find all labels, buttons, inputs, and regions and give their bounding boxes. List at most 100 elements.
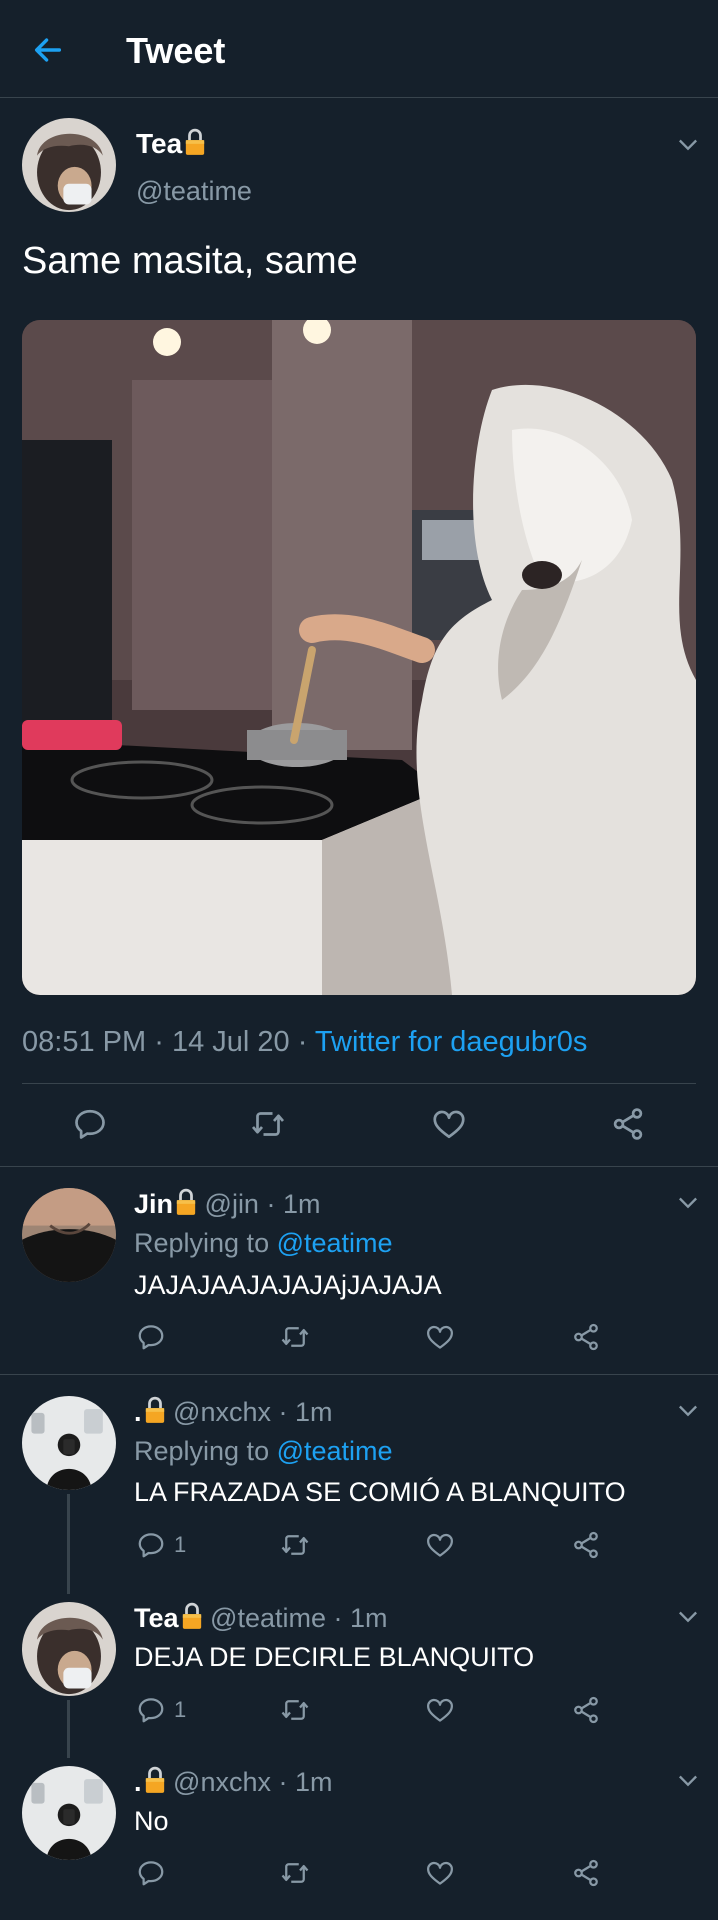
heart-icon (425, 1322, 455, 1352)
reply-text: DEJA DE DECIRLE BLANQUITO (134, 1642, 535, 1672)
reply-handle[interactable]: @jin (205, 1189, 259, 1219)
retweet-icon (280, 1695, 310, 1725)
avatar[interactable] (22, 1396, 116, 1490)
chevron-down-icon[interactable] (674, 1396, 702, 1424)
lock-icon (184, 128, 206, 156)
replying-to: Replying to @teatime (134, 1436, 393, 1466)
retweet-button[interactable] (280, 1322, 310, 1352)
retweet-icon (280, 1858, 310, 1888)
chevron-down-icon[interactable] (674, 1766, 702, 1794)
chevron-down-icon[interactable] (674, 130, 702, 158)
like-button[interactable] (431, 1106, 467, 1142)
lock-icon (181, 1602, 203, 1630)
chevron-down-icon[interactable] (674, 1188, 702, 1216)
avatar[interactable] (22, 1766, 116, 1860)
retweet-icon (250, 1106, 286, 1142)
share-icon (571, 1530, 601, 1560)
reply-time: 1m (282, 1189, 321, 1219)
reply-handle[interactable]: @teatime (210, 1603, 326, 1633)
reply-actions (0, 1322, 718, 1382)
heart-icon (425, 1858, 455, 1888)
share-icon (610, 1106, 646, 1142)
replying-to-link[interactable]: @teatime (277, 1436, 393, 1466)
reply-icon (136, 1530, 166, 1560)
reply-author-name[interactable]: Jin (134, 1189, 173, 1219)
reply-time: 1m (295, 1397, 333, 1427)
retweet-button[interactable] (250, 1106, 286, 1142)
reply-icon (136, 1695, 166, 1725)
reply-button[interactable]: 1 (136, 1530, 186, 1560)
tweet-text: Same masita, same (22, 240, 358, 282)
reply-text: LA FRAZADA SE COMIÓ A BLANQUITO (134, 1477, 626, 1507)
reply-text: No (134, 1806, 169, 1836)
replying-to: Replying to @teatime (134, 1228, 393, 1258)
chevron-down-icon[interactable] (674, 1602, 702, 1630)
tweet-time: 08:51 PM (22, 1026, 147, 1058)
share-icon (571, 1322, 601, 1352)
retweet-button[interactable] (280, 1695, 310, 1725)
heart-icon (425, 1695, 455, 1725)
reply-actions: 1 (0, 1695, 718, 1755)
reply-author-name[interactable]: . (134, 1397, 142, 1427)
reply-count: 1 (174, 1697, 187, 1722)
reply-actions: 1 (0, 1530, 718, 1590)
divider (22, 1083, 696, 1084)
replying-to-link[interactable]: @teatime (277, 1228, 393, 1258)
share-button[interactable] (610, 1106, 646, 1142)
main-actions (0, 1094, 718, 1154)
author-handle[interactable]: @teatime (136, 176, 252, 207)
reply-author-name[interactable]: Tea (134, 1603, 179, 1633)
reply-button[interactable] (136, 1858, 166, 1888)
tweet-source[interactable]: Twitter for daegubr0s (315, 1026, 587, 1058)
reply-handle[interactable]: @nxchx (173, 1767, 271, 1797)
reply-icon (72, 1106, 108, 1142)
divider (0, 97, 718, 98)
tweet-date: 14 Jul 20 (171, 1026, 290, 1058)
divider (0, 1374, 718, 1375)
reply-header: . @nxchx · 1m (134, 1396, 333, 1427)
heart-icon (425, 1530, 455, 1560)
like-button[interactable] (425, 1695, 455, 1725)
reply-time: 1m (295, 1767, 333, 1797)
reply-actions (0, 1858, 718, 1918)
lock-icon (175, 1188, 197, 1216)
reply-author-name[interactable]: . (134, 1767, 142, 1797)
share-icon (571, 1858, 601, 1888)
share-button[interactable] (571, 1322, 601, 1352)
heart-icon (431, 1106, 467, 1142)
retweet-button[interactable] (280, 1530, 310, 1560)
share-button[interactable] (571, 1858, 601, 1888)
reply-text: JAJAJAAJAJAJAjJAJAJA (134, 1270, 442, 1300)
reply-icon (136, 1858, 166, 1888)
author-name[interactable]: Tea (136, 128, 206, 160)
avatar[interactable] (22, 1602, 116, 1696)
like-button[interactable] (425, 1530, 455, 1560)
reply-button[interactable] (72, 1106, 108, 1142)
reply-header: Jin @jin · 1m (134, 1188, 321, 1219)
top-bar: Tweet (0, 0, 718, 98)
share-button[interactable] (571, 1530, 601, 1560)
retweet-icon (280, 1322, 310, 1352)
back-button[interactable] (26, 28, 70, 72)
lock-icon (144, 1766, 166, 1794)
reply-handle[interactable]: @nxchx (173, 1397, 271, 1427)
reply-header: Tea @teatime · 1m (134, 1602, 388, 1633)
like-button[interactable] (425, 1322, 455, 1352)
like-button[interactable] (425, 1858, 455, 1888)
share-button[interactable] (571, 1695, 601, 1725)
reply-count: 1 (174, 1532, 187, 1557)
tweet-image[interactable] (22, 320, 696, 995)
retweet-icon (280, 1530, 310, 1560)
page-title: Tweet (126, 30, 226, 71)
avatar[interactable] (22, 1188, 116, 1282)
reply-time: 1m (350, 1603, 388, 1633)
avatar[interactable] (22, 118, 116, 212)
reply-button[interactable] (136, 1322, 166, 1352)
lock-icon (144, 1396, 166, 1424)
share-icon (571, 1695, 601, 1725)
reply-button[interactable]: 1 (136, 1695, 186, 1725)
arrow-left-icon (34, 38, 62, 62)
reply-icon (136, 1322, 166, 1352)
tweet-meta: 08:51 PM · 14 Jul 20 · Twitter for daegu… (22, 1026, 588, 1058)
retweet-button[interactable] (280, 1858, 310, 1888)
